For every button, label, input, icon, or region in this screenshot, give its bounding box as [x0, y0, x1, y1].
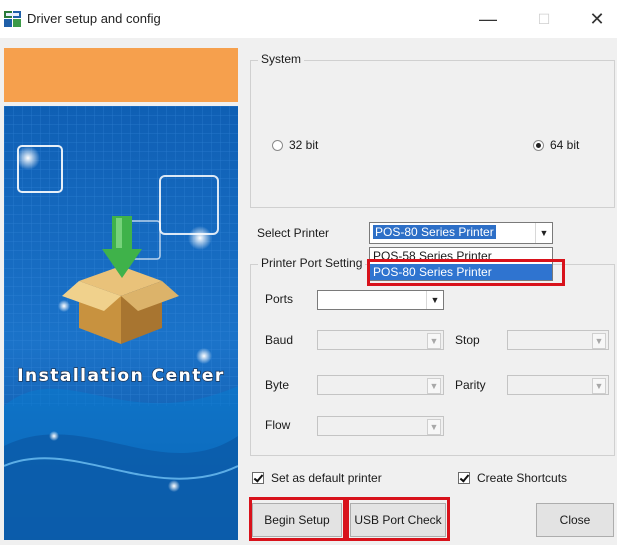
chevron-down-icon[interactable]: ▼ [426, 291, 443, 309]
stop-label: Stop [455, 333, 480, 347]
title-bar: Driver setup and config — ☐ ✕ [0, 0, 617, 38]
baud-select[interactable]: ▼ [317, 330, 444, 350]
system-legend: System [258, 52, 305, 66]
port-settings-legend: Printer Port Setting [258, 256, 366, 270]
window-title: Driver setup and config [27, 11, 161, 26]
close-window-button[interactable]: ✕ [575, 4, 617, 34]
usb-port-check-highlight-box [346, 497, 450, 541]
chevron-down-icon: ▼ [592, 378, 606, 394]
chevron-down-icon: ▼ [427, 333, 441, 349]
create-shortcuts-checkbox-box[interactable] [458, 472, 470, 484]
radio-64-bit-indicator[interactable] [533, 139, 544, 151]
orange-banner [4, 48, 238, 102]
minimize-button[interactable]: — [466, 4, 510, 34]
radio-32-bit-label: 32 bit [289, 138, 319, 152]
chevron-down-icon: ▼ [427, 419, 441, 435]
printer-select[interactable]: POS-80 Series Printer ▼ [369, 222, 553, 244]
system-group [250, 60, 615, 208]
byte-label: Byte [265, 378, 290, 392]
minimize-icon: — [479, 8, 497, 29]
default-printer-checkbox-box[interactable] [252, 472, 264, 484]
stop-select[interactable]: ▼ [507, 330, 609, 350]
radio-32-bit-indicator[interactable] [272, 139, 283, 151]
app-icon [4, 10, 22, 28]
baud-label: Baud [265, 333, 294, 347]
ports-label: Ports [265, 292, 294, 306]
maximize-button[interactable]: ☐ [522, 4, 566, 34]
flow-label: Flow [265, 418, 291, 432]
byte-select[interactable]: ▼ [317, 375, 444, 395]
maximize-icon: ☐ [537, 10, 551, 27]
close-button[interactable]: Close [536, 503, 614, 537]
chevron-down-icon[interactable]: ▼ [535, 223, 552, 243]
chevron-down-icon: ▼ [592, 333, 606, 349]
parity-select[interactable]: ▼ [507, 375, 609, 395]
begin-setup-highlight-box [249, 497, 346, 541]
default-printer-checkbox[interactable]: Set as default printer [252, 471, 382, 485]
create-shortcuts-checkbox[interactable]: Create Shortcuts [458, 471, 567, 485]
parity-label: Parity [455, 378, 486, 392]
default-printer-label: Set as default printer [271, 471, 382, 485]
pos80-highlight-box [367, 259, 565, 286]
chevron-down-icon: ▼ [427, 378, 441, 394]
radio-32-bit[interactable]: 32 bit [272, 138, 318, 152]
flow-select[interactable]: ▼ [317, 416, 444, 436]
printer-select-value: POS-80 Series Printer [373, 225, 496, 239]
close-icon: ✕ [589, 8, 605, 29]
radio-64-bit-label: 64 bit [550, 138, 580, 152]
radio-64-bit[interactable]: 64 bit [533, 138, 579, 152]
select-printer-label: Select Printer [257, 226, 330, 240]
installation-center-label: Installation Center [17, 365, 225, 386]
create-shortcuts-label: Create Shortcuts [477, 471, 568, 485]
ports-select[interactable]: ▼ [317, 290, 444, 310]
installation-center-art: Installation Center [4, 106, 238, 540]
